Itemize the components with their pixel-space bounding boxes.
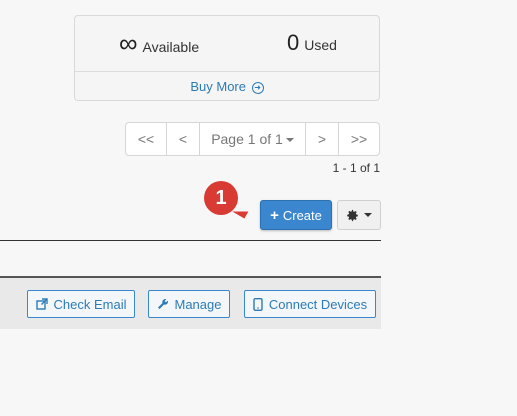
buy-more-link[interactable]: Buy More ➜: [75, 79, 379, 94]
mobile-phone-icon: [253, 297, 263, 311]
prev-page-button[interactable]: <: [167, 123, 200, 155]
callout-badge: 1: [204, 181, 238, 215]
quota-row: ∞ Available 0 Used: [75, 16, 379, 71]
external-link-icon: [35, 298, 48, 310]
quota-used: 0 Used: [287, 30, 337, 56]
create-button[interactable]: + Create: [260, 200, 332, 230]
pagination: << < Page 1 of 1 > >>: [125, 122, 380, 156]
row-action-bar: Check Email Manage Connect Devices: [0, 278, 381, 329]
manage-button[interactable]: Manage: [148, 290, 230, 318]
first-page-button[interactable]: <<: [126, 123, 167, 155]
manage-label: Manage: [174, 296, 222, 312]
gear-icon: [347, 209, 358, 221]
page-select[interactable]: Page 1 of 1: [200, 123, 306, 155]
quota-divider: [75, 71, 379, 72]
result-count: 1 - 1 of 1: [332, 161, 380, 175]
available-label: Available: [142, 39, 200, 55]
used-label: Used: [304, 37, 337, 53]
used-count: 0: [287, 30, 300, 55]
check-email-button[interactable]: Check Email: [27, 290, 135, 318]
connect-devices-label: Connect Devices: [268, 296, 368, 312]
chevron-down-icon: [364, 213, 372, 217]
next-page-button[interactable]: >: [306, 123, 339, 155]
wrench-icon: [157, 299, 168, 309]
settings-dropdown-button[interactable]: [337, 200, 381, 230]
infinity-icon: ∞: [119, 28, 138, 58]
last-page-button[interactable]: >>: [339, 123, 379, 155]
connect-devices-button[interactable]: Connect Devices: [244, 290, 376, 318]
quota-available: ∞ Available: [119, 30, 199, 56]
page-select-label: Page 1 of 1: [211, 131, 283, 147]
plus-icon: +: [270, 206, 279, 224]
check-email-label: Check Email: [53, 296, 127, 312]
buy-more-label: Buy More: [190, 79, 246, 94]
arrow-circle-right-icon: ➜: [251, 81, 264, 94]
quota-panel: ∞ Available 0 Used Buy More ➜: [74, 15, 380, 101]
chevron-down-icon: [285, 138, 294, 143]
create-button-label: Create: [282, 207, 322, 223]
divider: [0, 240, 381, 241]
